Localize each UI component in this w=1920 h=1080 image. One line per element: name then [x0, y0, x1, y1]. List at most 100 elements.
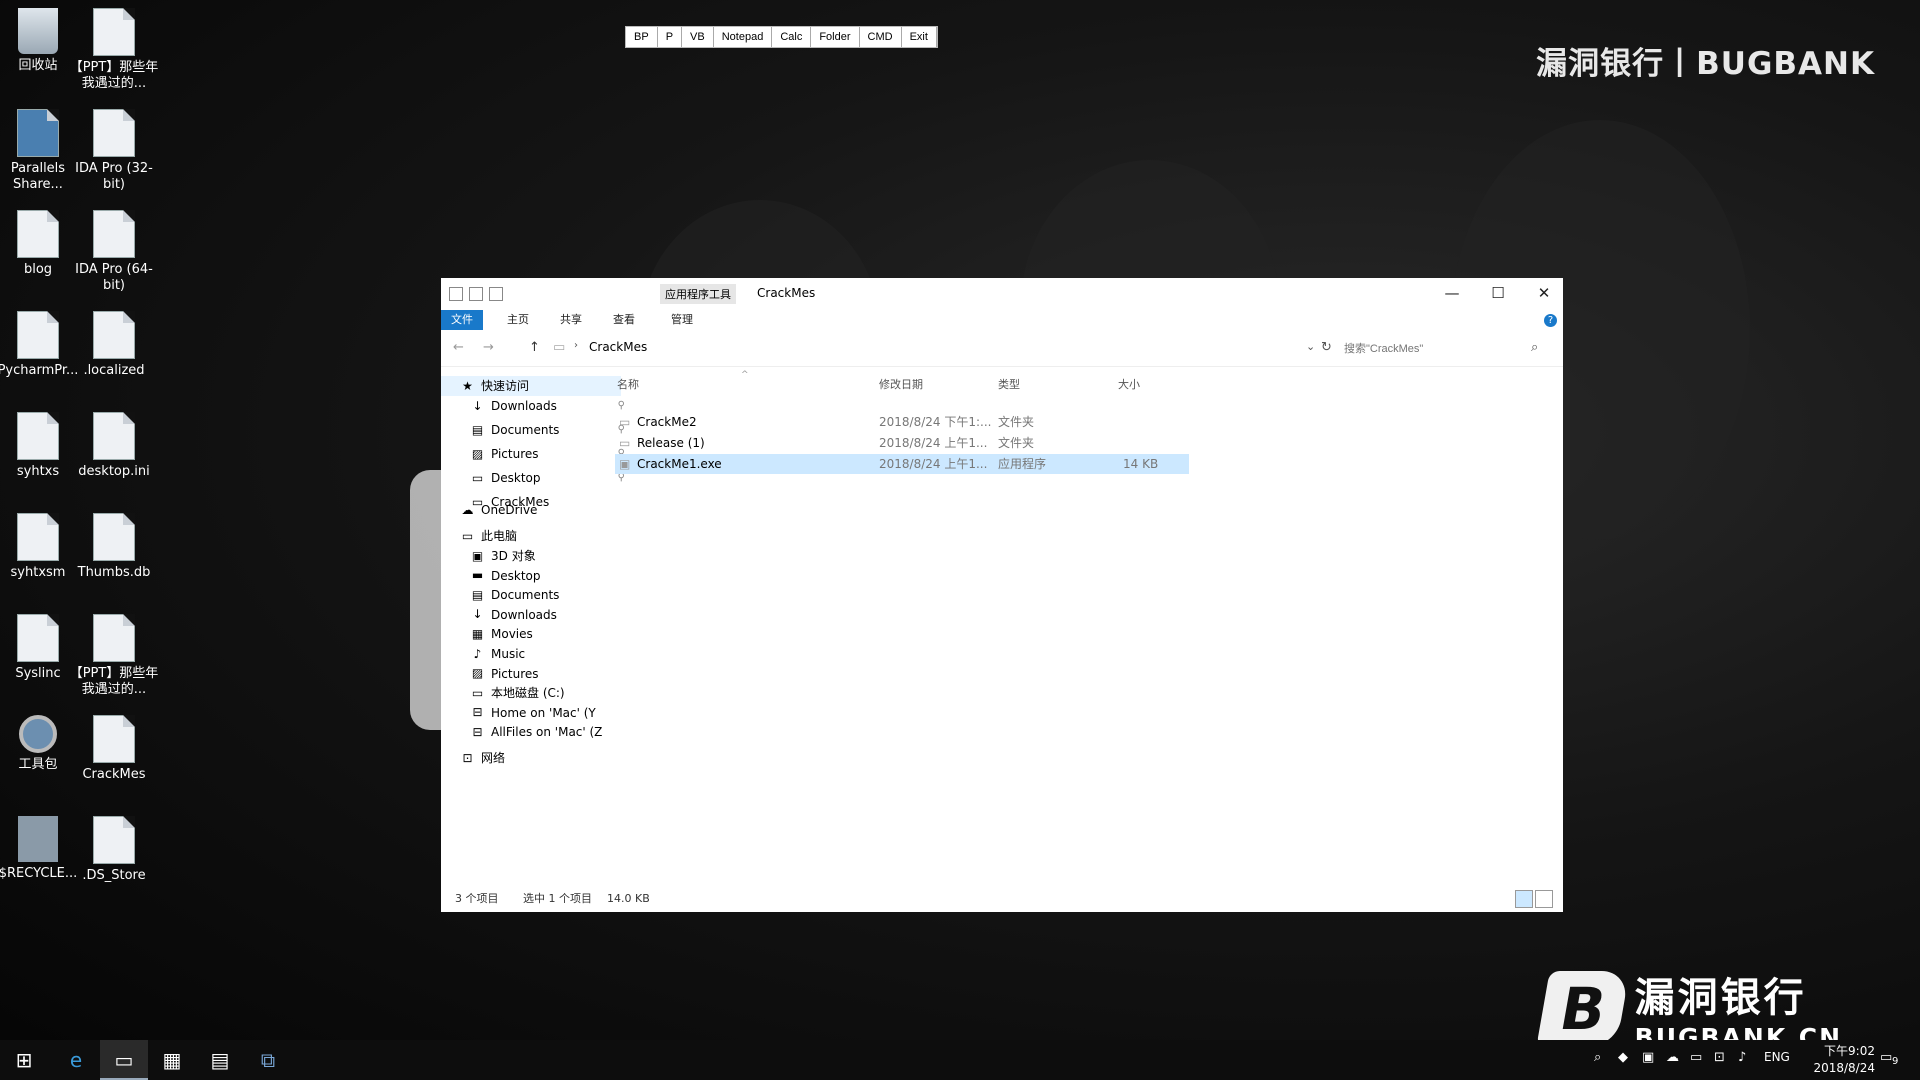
nav-item-label: Pictures [491, 447, 539, 461]
start-icon[interactable]: ⊞ [0, 1040, 48, 1080]
desktop-icon-label: .DS_Store [82, 868, 146, 883]
quick-access-toolbar [449, 287, 503, 301]
file-explorer-window: 应用程序工具 CrackMes — ☐ ✕ 文件 主页 共享 查看 管理 ? ←… [441, 278, 1563, 912]
tab-file[interactable]: 文件 [441, 310, 483, 330]
nav-this-pc[interactable]: ▭ 此电脑 [441, 526, 621, 546]
title-bar[interactable]: 应用程序工具 CrackMes — ☐ ✕ [441, 278, 1563, 310]
desktop-icon[interactable]: CrackMes [68, 715, 160, 783]
back-icon[interactable]: ← [453, 340, 464, 355]
notification-icon[interactable]: ▭ [1880, 1050, 1892, 1065]
tab-home[interactable]: 主页 [497, 310, 539, 330]
visual-studio-icon[interactable]: ⧉ [244, 1040, 292, 1080]
bp-button[interactable]: BP [626, 27, 658, 47]
notepad-button[interactable]: Notepad [714, 27, 773, 47]
tab-manage[interactable]: 管理 [661, 310, 703, 330]
exit-button[interactable]: Exit [902, 27, 937, 47]
large-icons-view-icon[interactable] [1535, 890, 1553, 908]
search-tray-icon[interactable]: ⌕ [1594, 1050, 1601, 1065]
nav-quick-desktop[interactable]: ▭ Desktop ⚲ [441, 468, 631, 488]
properties-icon[interactable] [449, 287, 463, 301]
file-explorer-icon[interactable]: ▭ [100, 1040, 148, 1080]
undo-icon[interactable] [489, 287, 503, 301]
desktop-icon[interactable]: desktop.ini [68, 412, 160, 480]
column-date[interactable]: 修改日期 [879, 376, 923, 396]
language-indicator[interactable]: ENG [1764, 1050, 1790, 1064]
new-folder-icon[interactable] [469, 287, 483, 301]
up-icon[interactable]: ↑ [529, 340, 540, 355]
file-row[interactable]: ▭ CrackMe2 2018/8/24 下午1:... 文件夹 [615, 412, 1189, 432]
document-icon [17, 614, 59, 662]
forward-icon[interactable]: → [483, 340, 494, 355]
nav-pc-item[interactable]: ▬ Desktop [441, 566, 631, 586]
shield-icon[interactable]: ◆ [1618, 1050, 1628, 1065]
column-type[interactable]: 类型 [998, 376, 1020, 396]
desktop-icon[interactable]: IDA Pro (64-bit) [68, 210, 160, 294]
volume-icon[interactable]: ♪ [1738, 1050, 1746, 1065]
chevron-down-icon[interactable]: ⌄ [1306, 340, 1315, 353]
security-icon[interactable]: ▣ [1642, 1050, 1654, 1065]
address-path[interactable]: CrackMes [589, 340, 647, 354]
nav-quick-pictures[interactable]: ▨Pictures⚲ [441, 444, 631, 464]
desktop-icon[interactable]: .DS_Store [68, 816, 160, 884]
notepad-app-icon[interactable]: ▤ [196, 1040, 244, 1080]
selected-size: 14.0 KB [607, 892, 650, 905]
clock[interactable]: 下午9:02 2018/8/24 [1813, 1043, 1875, 1077]
nav-item-label: Pictures [491, 666, 539, 681]
search-input[interactable] [1338, 338, 1551, 360]
desktop-icon[interactable]: 【PPT】那些年我遇过的... [68, 8, 160, 92]
edge-icon[interactable]: e [52, 1040, 100, 1080]
nav-pc-item[interactable]: ▣ 3D 对象 [441, 546, 631, 566]
nav-pc-item[interactable]: ⊟ Home on 'Mac' (Y [441, 703, 631, 723]
tab-view[interactable]: 查看 [603, 310, 645, 330]
shortcut-icon [17, 109, 59, 157]
cmd-button[interactable]: CMD [860, 27, 902, 47]
desktop-icon[interactable]: 【PPT】那些年我遇过的... [68, 614, 160, 698]
nav-pc-item[interactable]: ▤ Documents [441, 585, 631, 605]
nav-pc-item[interactable]: ↓ Downloads [441, 605, 631, 625]
search-icon[interactable]: ⌕ [1531, 340, 1538, 355]
nav-onedrive[interactable]: ☁ OneDrive [441, 500, 621, 520]
details-view-icon[interactable] [1515, 890, 1533, 908]
close-button[interactable]: ✕ [1521, 278, 1567, 310]
file-row[interactable]: ▭ Release (1) 2018/8/24 上午1... 文件夹 [615, 433, 1189, 453]
desktop-icon[interactable]: .localized [68, 311, 160, 379]
nav-pc-item[interactable]: ▨ Pictures [441, 664, 631, 684]
maximize-button[interactable]: ☐ [1475, 278, 1521, 310]
p-button[interactable]: P [658, 27, 683, 47]
nav-pc-item[interactable]: ▦ Movies [441, 624, 631, 644]
help-icon[interactable]: ? [1544, 314, 1557, 327]
nav-pc-item[interactable]: ⊟ AllFiles on 'Mac' (Z [441, 722, 631, 742]
context-tab-app-tools[interactable]: 应用程序工具 [660, 284, 736, 304]
nav-pc-item[interactable]: ♪ Music [441, 644, 631, 664]
onedrive-icon[interactable]: ☁ [1666, 1050, 1679, 1065]
folder-icon: ▭ [619, 436, 631, 450]
file-name: CrackMe2 [637, 415, 697, 429]
nav-quick-access[interactable]: ★ 快速访问 [441, 376, 621, 396]
refresh-icon[interactable]: ↻ [1321, 340, 1332, 355]
desktop-icon[interactable]: IDA Pro (32-bit) [68, 109, 160, 193]
star-icon: ★ [462, 378, 473, 393]
tab-share[interactable]: 共享 [550, 310, 592, 330]
nav-quick-downloads[interactable]: ↓ Downloads ⚲ [441, 396, 631, 416]
file-date: 2018/8/24 下午1:... [879, 415, 992, 429]
file-row[interactable]: ▣ CrackMe1.exe 2018/8/24 上午1... 应用程序 14 KB [615, 454, 1189, 474]
battery-icon[interactable]: ▭ [1690, 1050, 1702, 1065]
app-grid-icon[interactable]: ▦ [148, 1040, 196, 1080]
nav-item-label: Movies [491, 627, 533, 642]
network-icon[interactable]: ⊡ [1714, 1050, 1725, 1065]
column-size[interactable]: 大小 [1118, 376, 1140, 396]
desktop-icon[interactable]: Thumbs.db [68, 513, 160, 581]
nav-item-label: Documents [491, 423, 560, 437]
nav-network[interactable]: ⊡ 网络 [441, 748, 621, 768]
quick-launch-toolbar: BP P VB Notepad Calc Folder CMD Exit [625, 26, 938, 48]
folder-button[interactable]: Folder [811, 27, 860, 47]
calc-button[interactable]: Calc [772, 27, 812, 47]
vb-button[interactable]: VB [682, 27, 714, 47]
file-name: Release (1) [637, 436, 705, 450]
minimize-button[interactable]: — [1429, 278, 1475, 310]
documents-icon: ▤ [471, 587, 484, 602]
folder-icon: ▭ [619, 415, 631, 429]
nav-quick-documents[interactable]: ▤ Documents ⚲ [441, 420, 631, 440]
column-name[interactable]: 名称 [617, 376, 639, 396]
nav-pc-item[interactable]: ▭ 本地磁盘 (C:) [441, 683, 631, 703]
